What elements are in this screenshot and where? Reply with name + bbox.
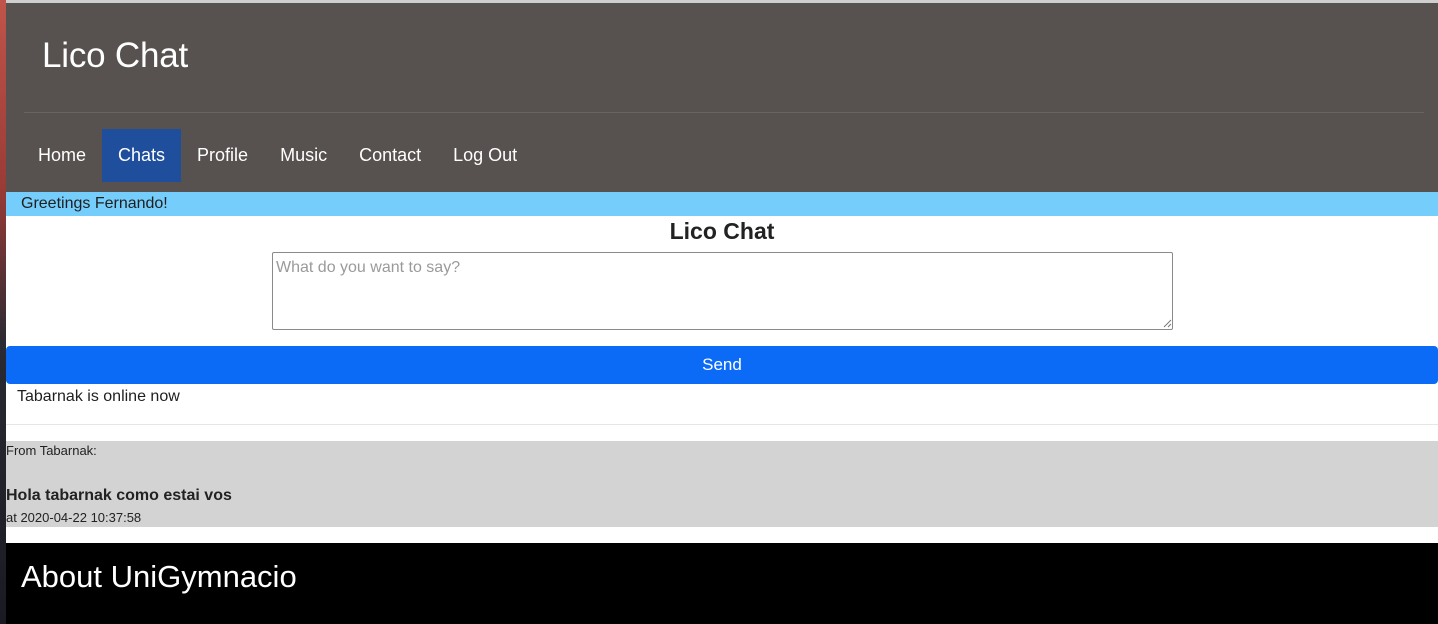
site-brand[interactable]: Lico Chat — [42, 36, 188, 76]
nav-item-log-out[interactable]: Log Out — [437, 129, 533, 182]
chat-title: Lico Chat — [669, 218, 775, 244]
nav-item-chats[interactable]: Chats — [102, 129, 182, 182]
main-nav: Home Chats Profile Music Contact Log Out — [22, 129, 533, 182]
nav-item-contact[interactable]: Contact — [343, 129, 437, 182]
message-text: Hola tabarnak como estai vos — [6, 487, 232, 504]
message-item: From Tabarnak: Hola tabarnak como estai … — [6, 441, 1438, 527]
greeting-bar: Greetings Fernando! — [6, 192, 1438, 216]
page: Lico Chat Home Chats Profile Music Conta… — [6, 3, 1438, 624]
site-header: Lico Chat Home Chats Profile Music Conta… — [6, 3, 1438, 192]
online-status: Tabarnak is online now — [17, 388, 180, 405]
nav-item-home[interactable]: Home — [22, 129, 102, 182]
section-divider — [6, 424, 1438, 425]
message-input[interactable] — [272, 252, 1173, 330]
footer-title: About UniGymnacio — [21, 559, 297, 594]
send-button[interactable]: Send — [6, 346, 1438, 384]
nav-item-music[interactable]: Music — [264, 129, 343, 182]
greeting-text: Greetings Fernando! — [21, 195, 168, 212]
site-footer: About UniGymnacio — [6, 543, 1438, 624]
message-sender: From Tabarnak: — [6, 443, 97, 458]
message-timestamp: at 2020-04-22 10:37:58 — [6, 510, 142, 525]
header-divider — [24, 112, 1424, 113]
resize-grip-icon[interactable] — [1163, 319, 1172, 328]
nav-item-profile[interactable]: Profile — [181, 129, 264, 182]
